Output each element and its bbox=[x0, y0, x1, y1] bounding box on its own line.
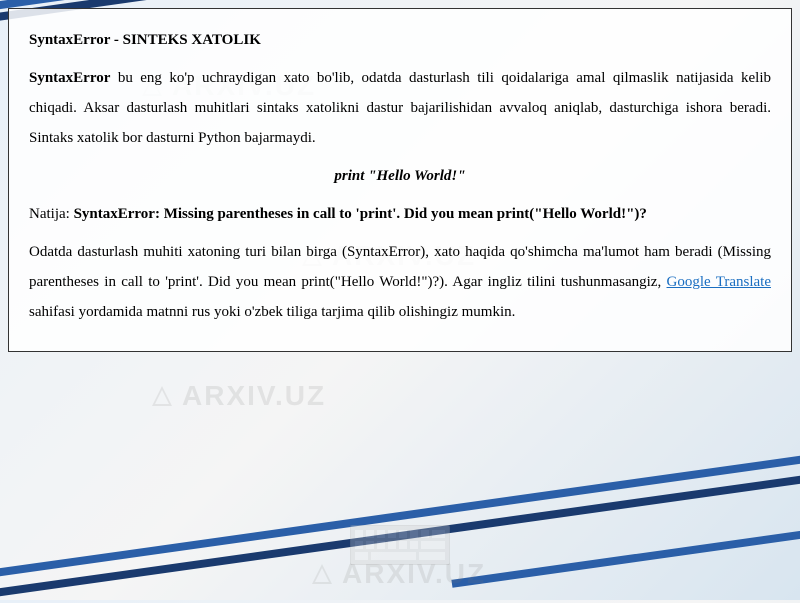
intro-paragraph: SyntaxError bu eng ko'p uchraydigan xato… bbox=[29, 63, 771, 153]
intro-bold-term: SyntaxError bbox=[29, 70, 110, 86]
intro-text: bu eng ko'p uchraydigan xato bo'lib, oda… bbox=[29, 70, 771, 146]
result-paragraph: Natija: SyntaxError: Missing parentheses… bbox=[29, 199, 771, 229]
document-content: SyntaxError - SINTEKS XATOLIK SyntaxErro… bbox=[8, 8, 792, 352]
google-translate-link[interactable]: Google Translate bbox=[667, 274, 771, 290]
code-example: print "Hello World!" bbox=[29, 161, 771, 191]
explanation-after: sahifasi yordamida matnni rus yoki o'zbe… bbox=[29, 304, 515, 320]
watermark: ARXIV.UZ bbox=[310, 558, 486, 590]
result-label: Natija: bbox=[29, 206, 74, 222]
explanation-paragraph: Odatda dasturlash muhiti xatoning turi b… bbox=[29, 237, 771, 327]
keyboard-icon bbox=[350, 525, 450, 570]
watermark: ARXIV.UZ bbox=[150, 380, 326, 412]
document-heading: SyntaxError - SINTEKS XATOLIK bbox=[29, 25, 771, 55]
explanation-before: Odatda dasturlash muhiti xatoning turi b… bbox=[29, 244, 771, 290]
result-error-text: SyntaxError: Missing parentheses in call… bbox=[74, 206, 647, 222]
